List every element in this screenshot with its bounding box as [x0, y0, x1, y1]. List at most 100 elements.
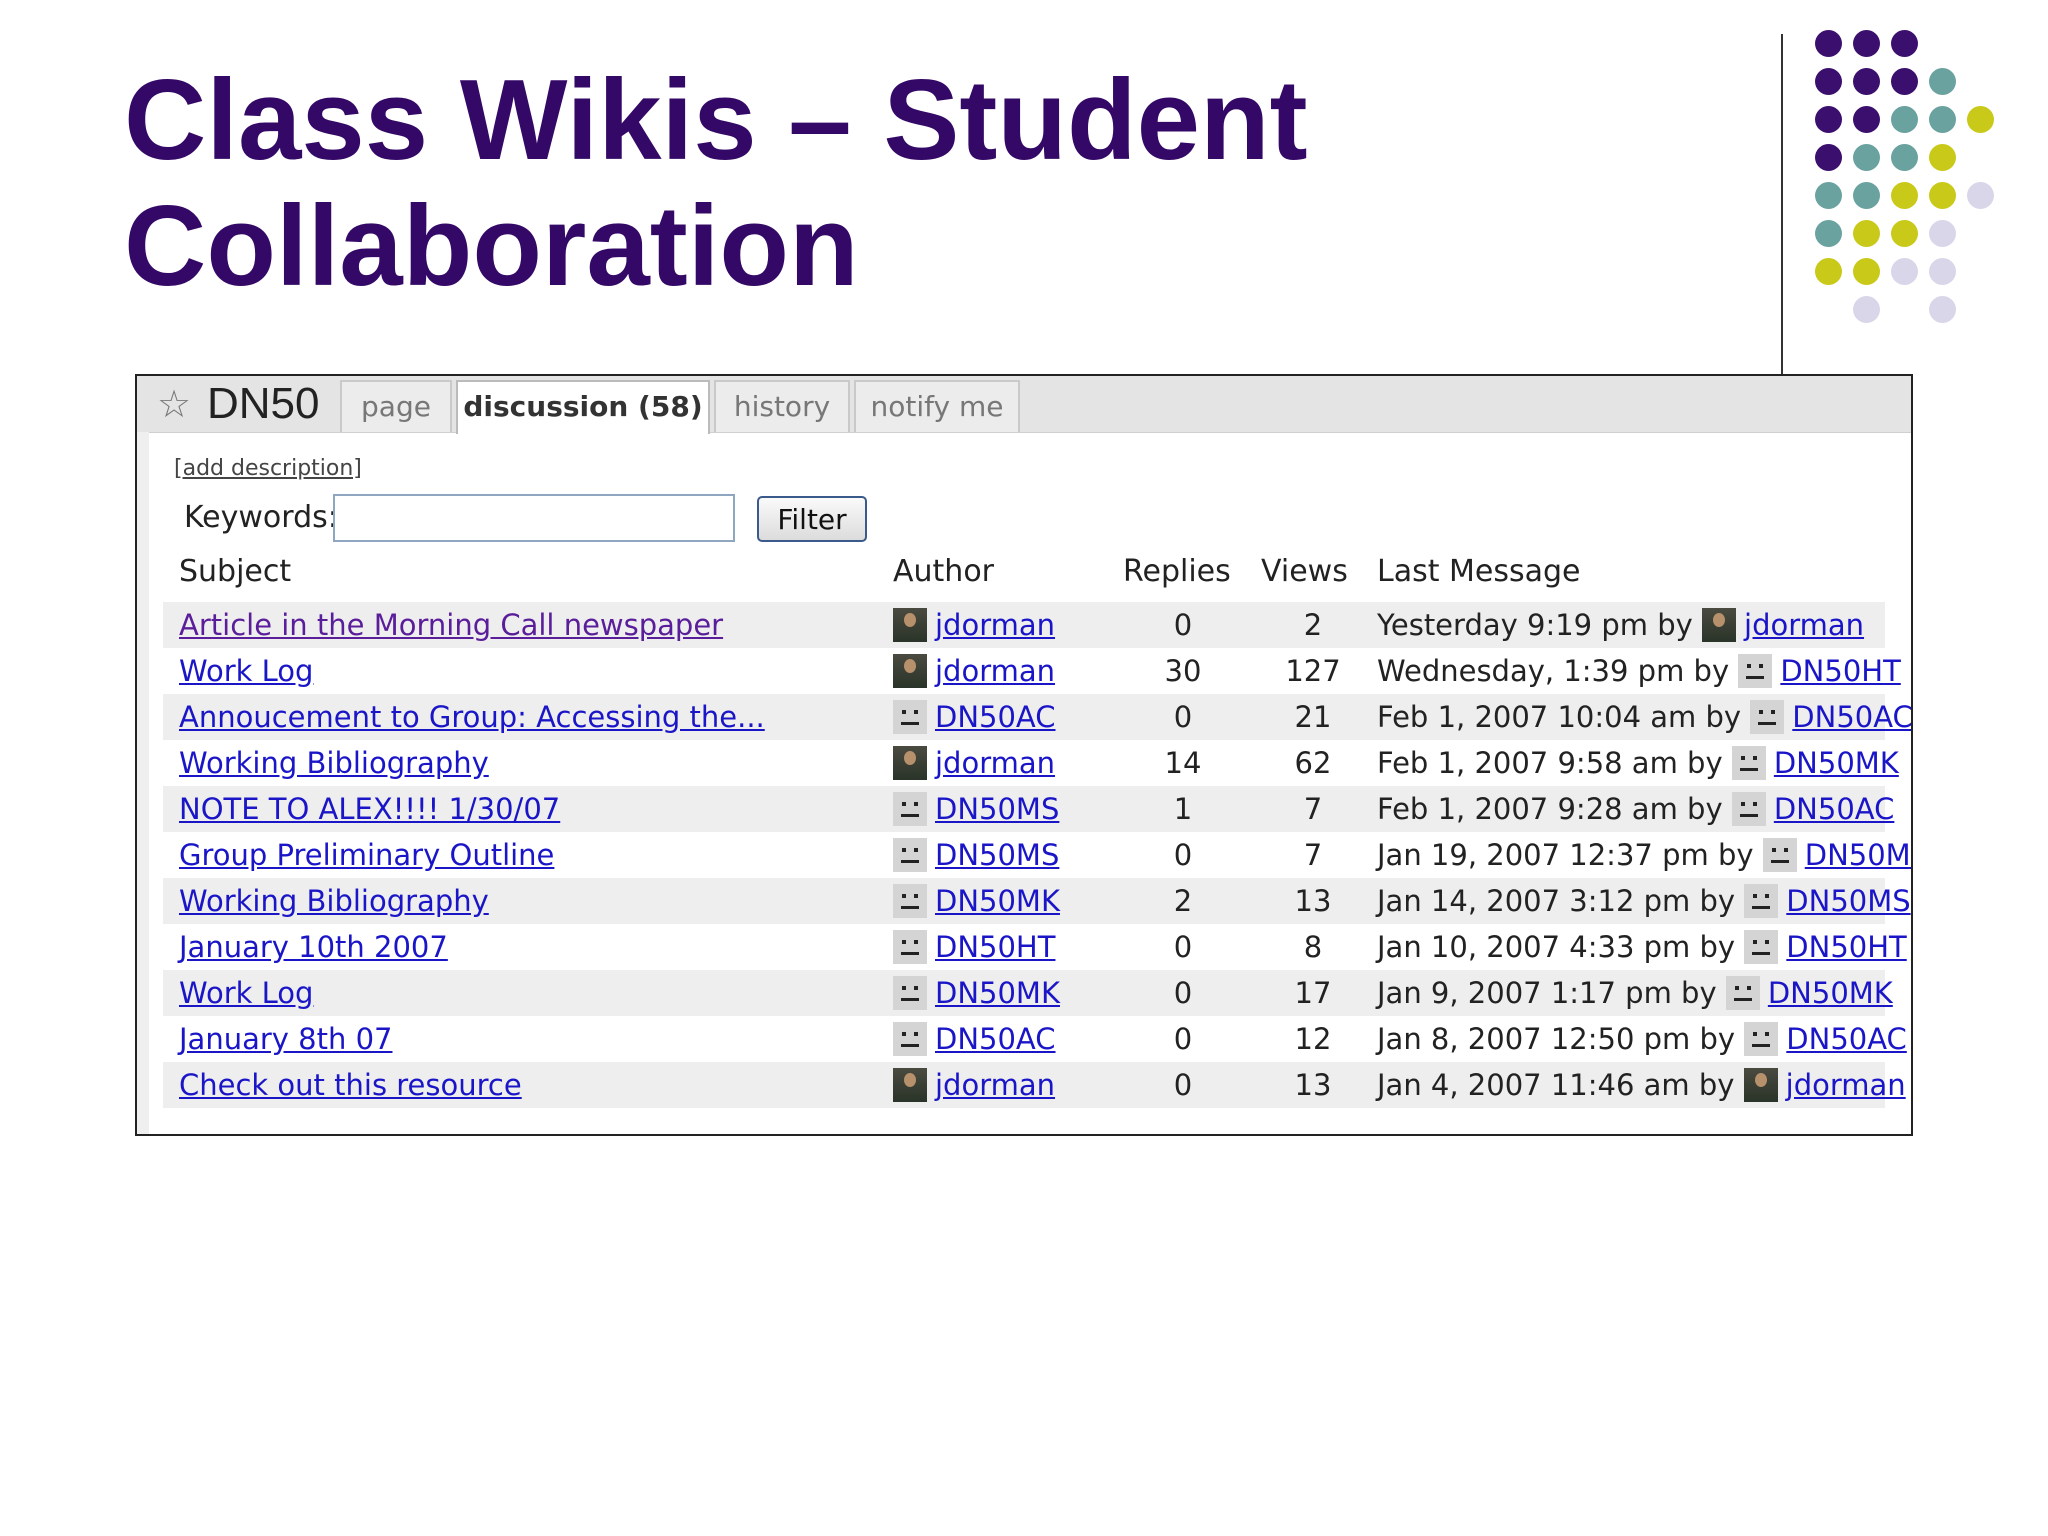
decorative-dot	[1929, 296, 1956, 323]
author-link[interactable]: jdorman	[935, 746, 1055, 780]
last-author-link[interactable]: DN50HT	[1786, 930, 1906, 964]
slide-title-line1: Class Wikis – Student	[124, 57, 1308, 184]
tab-history[interactable]: history	[714, 380, 850, 432]
slide-title: Class Wikis – Student Collaboration	[124, 58, 1724, 310]
subject-link[interactable]: Working Bibliography	[179, 878, 489, 924]
last-author-link[interactable]: DN50AC	[1792, 700, 1911, 734]
last-author-link[interactable]: DN50AC	[1786, 1022, 1907, 1056]
wiki-tab-bar: ☆ DN50 page discussion (58) history noti…	[137, 376, 1911, 434]
views-count: 127	[1285, 654, 1341, 688]
last-message-time: Feb 1, 2007 10:04 am by	[1377, 700, 1742, 734]
column-header-last-message: Last Message	[1377, 554, 1581, 589]
last-author-link[interactable]: DN50MS	[1805, 838, 1911, 872]
subject-link[interactable]: Working Bibliography	[179, 740, 489, 786]
table-row: January 8th 07 DN50AC 0 12 Jan 8, 2007 12:50…	[163, 1016, 1907, 1062]
last-message-cell: Yesterday 9:19 pm by jdorman	[1377, 602, 1864, 648]
decorative-dot	[1853, 296, 1880, 323]
keywords-input[interactable]	[333, 494, 735, 542]
avatar	[1743, 1068, 1778, 1102]
decorative-dot	[1929, 106, 1956, 133]
last-message-cell: Feb 1, 2007 9:28 am by DN50AC	[1377, 786, 1894, 832]
author-link[interactable]: DN50AC	[935, 700, 1056, 734]
replies-count: 0	[1173, 838, 1193, 872]
table-row: Article in the Morning Call newspaper jdo…	[163, 602, 1885, 648]
subject-link[interactable]: January 10th 2007	[179, 924, 448, 970]
author-link[interactable]: DN50MS	[935, 792, 1059, 826]
author-link[interactable]: DN50MK	[935, 884, 1060, 918]
author-cell: jdorman	[893, 1062, 1055, 1108]
last-message-cell: Feb 1, 2007 10:04 am by DN50AC	[1377, 694, 1911, 740]
tab-discussion[interactable]: discussion (58)	[456, 380, 710, 434]
avatar	[893, 838, 927, 872]
subject-link[interactable]: Article in the Morning Call newspaper	[179, 602, 723, 648]
views-count: 8	[1303, 930, 1323, 964]
avatar	[893, 700, 927, 734]
star-icon[interactable]: ☆	[157, 384, 191, 424]
replies-count: 0	[1173, 930, 1193, 964]
decorative-dot	[1891, 258, 1918, 285]
decorative-dot	[1853, 106, 1880, 133]
author-link[interactable]: jdorman	[935, 1068, 1055, 1102]
last-author-link[interactable]: DN50MK	[1774, 746, 1899, 780]
avatar	[1744, 884, 1779, 918]
last-message-time: Jan 19, 2007 12:37 pm by	[1377, 838, 1754, 872]
subject-link[interactable]: Annoucement to Group: Accessing the...	[179, 694, 765, 740]
last-message-cell: Feb 1, 2007 9:58 am by DN50MK	[1377, 740, 1899, 786]
decorative-dot	[1815, 220, 1842, 247]
last-message-time: Jan 4, 2007 11:46 am by	[1377, 1068, 1735, 1102]
last-author-link[interactable]: DN50MK	[1768, 976, 1893, 1010]
last-message-cell: Jan 14, 2007 3:12 pm by DN50MS	[1377, 878, 1911, 924]
table-row: Work Log DN50MK 0 17 Jan 9, 2007 1:17 pm by …	[163, 970, 1893, 1016]
table-row: January 10th 2007 DN50HT 0 8 Jan 10, 2007 4:…	[163, 924, 1907, 970]
last-message-time: Jan 14, 2007 3:12 pm by	[1377, 884, 1736, 918]
subject-link[interactable]: Check out this resource	[179, 1062, 522, 1108]
author-cell: DN50MK	[893, 970, 1060, 1016]
last-author-link[interactable]: jdorman	[1744, 608, 1864, 642]
last-message-cell: Jan 10, 2007 4:33 pm by DN50HT	[1377, 924, 1907, 970]
table-row: NOTE TO ALEX!!!! 1/30/07 DN50MS 1 7 Feb 1, 2…	[163, 786, 1894, 832]
author-cell: jdorman	[893, 648, 1055, 694]
replies-count: 0	[1173, 608, 1193, 642]
tab-page[interactable]: page	[340, 380, 452, 432]
subject-link[interactable]: NOTE TO ALEX!!!! 1/30/07	[179, 786, 560, 832]
avatar	[893, 976, 927, 1010]
avatar	[893, 1022, 927, 1056]
filter-button[interactable]: Filter	[757, 496, 867, 542]
replies-count: 0	[1173, 700, 1193, 734]
subject-link[interactable]: Work Log	[179, 648, 313, 694]
decorative-dot	[1891, 68, 1918, 95]
last-author-link[interactable]: DN50HT	[1780, 654, 1900, 688]
decorative-dot	[1815, 30, 1842, 57]
author-link[interactable]: DN50MS	[935, 838, 1059, 872]
subject-link[interactable]: January 8th 07	[179, 1016, 392, 1062]
subject-link[interactable]: Group Preliminary Outline	[179, 832, 554, 878]
author-link[interactable]: DN50AC	[935, 1022, 1056, 1056]
author-cell: DN50MS	[893, 832, 1059, 878]
author-link[interactable]: jdorman	[935, 608, 1055, 642]
tab-notify-me[interactable]: notify me	[854, 380, 1020, 432]
add-description-link[interactable]: [add description]	[174, 456, 362, 481]
avatar	[893, 884, 927, 918]
last-author-link[interactable]: DN50MS	[1786, 884, 1910, 918]
last-author-link[interactable]: jdorman	[1786, 1068, 1906, 1102]
author-link[interactable]: DN50HT	[935, 930, 1055, 964]
wiki-screenshot: ☆ DN50 page discussion (58) history noti…	[135, 374, 1913, 1136]
replies-count: 0	[1173, 976, 1193, 1010]
author-link[interactable]: DN50MK	[935, 976, 1060, 1010]
decorative-dot	[1853, 68, 1880, 95]
decorative-dot	[1967, 106, 1994, 133]
last-message-cell: Jan 8, 2007 12:50 pm by DN50AC	[1377, 1016, 1907, 1062]
left-margin-stripe	[137, 432, 149, 1134]
subject-link[interactable]: Work Log	[179, 970, 313, 1016]
last-author-link[interactable]: DN50AC	[1774, 792, 1895, 826]
author-cell: jdorman	[893, 740, 1055, 786]
decorative-dot	[1967, 182, 1994, 209]
views-count: 17	[1294, 976, 1332, 1010]
last-message-time: Jan 9, 2007 1:17 pm by	[1377, 976, 1717, 1010]
slide-title-line2: Collaboration	[124, 183, 859, 310]
views-count: 13	[1294, 1068, 1332, 1102]
column-header-replies: Replies	[1123, 554, 1231, 589]
author-link[interactable]: jdorman	[935, 654, 1055, 688]
replies-count: 0	[1173, 1022, 1193, 1056]
replies-count: 0	[1173, 1068, 1193, 1102]
